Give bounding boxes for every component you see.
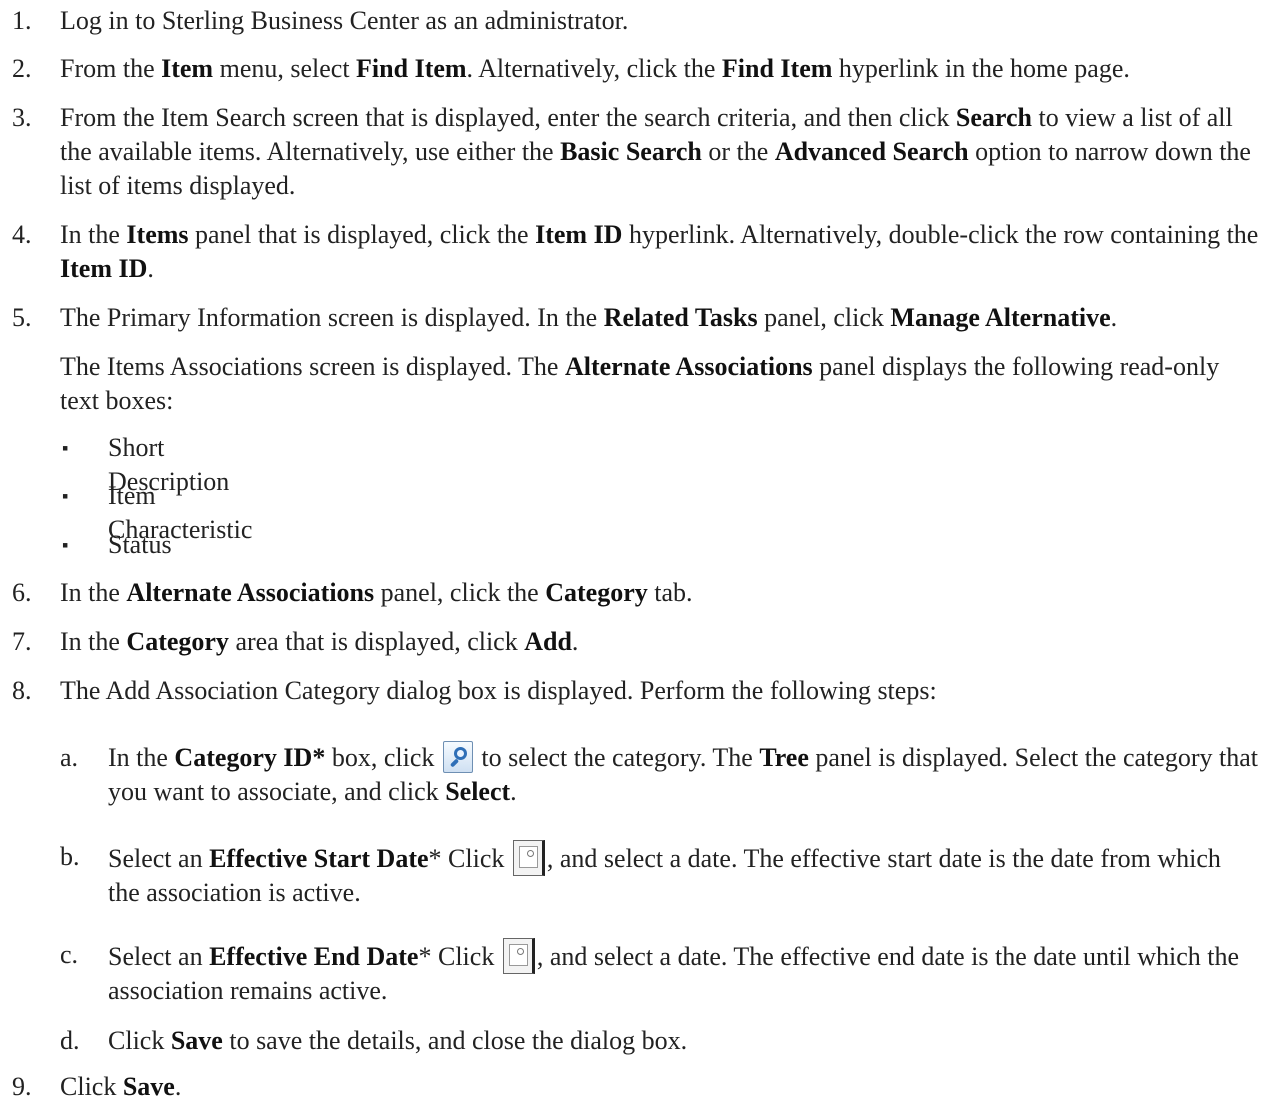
bullet-marker: ▪ <box>62 438 69 458</box>
document-page: 1. Log in to Sterling Business Center as… <box>0 0 1271 1101</box>
step-text: Log in to Sterling Business Center as an… <box>60 6 629 35</box>
step-number: 1. <box>12 6 32 35</box>
substep-letter: b. <box>60 842 80 871</box>
step-number: 3. <box>12 103 32 132</box>
step-number: 6. <box>12 578 32 607</box>
bullet-marker: ▪ <box>62 486 69 506</box>
substep-letter: a. <box>60 743 79 772</box>
substep-text: In the Category ID* box, click to select… <box>108 741 1258 806</box>
calendar-icon <box>502 938 535 974</box>
step-text: The Primary Information screen is displa… <box>60 303 1118 332</box>
step-text: In the Items panel that is displayed, cl… <box>60 220 1259 283</box>
substep-text: Select an Effective End Date* Click , an… <box>108 938 1258 1008</box>
substep-letter: c. <box>60 940 79 969</box>
step-text: From the Item menu, select Find Item. Al… <box>60 54 1130 83</box>
step-text: In the Alternate Associations panel, cli… <box>60 578 693 607</box>
step-number: 8. <box>12 676 32 705</box>
step-text: In the Category area that is displayed, … <box>60 627 579 656</box>
step-number: 2. <box>12 54 32 83</box>
substep-text: Select an Effective Start Date* Click , … <box>108 840 1258 910</box>
step-number: 7. <box>12 627 32 656</box>
step-text: The Items Associations screen is display… <box>60 352 1220 415</box>
bullet-marker: ▪ <box>62 535 69 555</box>
step-number: 5. <box>12 303 32 332</box>
substep-text: Click Save to save the details, and clos… <box>108 1026 688 1055</box>
bullet-text: Status <box>108 530 172 559</box>
step-number: 4. <box>12 220 32 249</box>
substep-letter: d. <box>60 1026 80 1055</box>
search-icon <box>442 741 473 773</box>
step-text: The Add Association Category dialog box … <box>60 676 937 705</box>
step-text: From the Item Search screen that is disp… <box>60 103 1251 200</box>
calendar-icon <box>512 840 545 876</box>
